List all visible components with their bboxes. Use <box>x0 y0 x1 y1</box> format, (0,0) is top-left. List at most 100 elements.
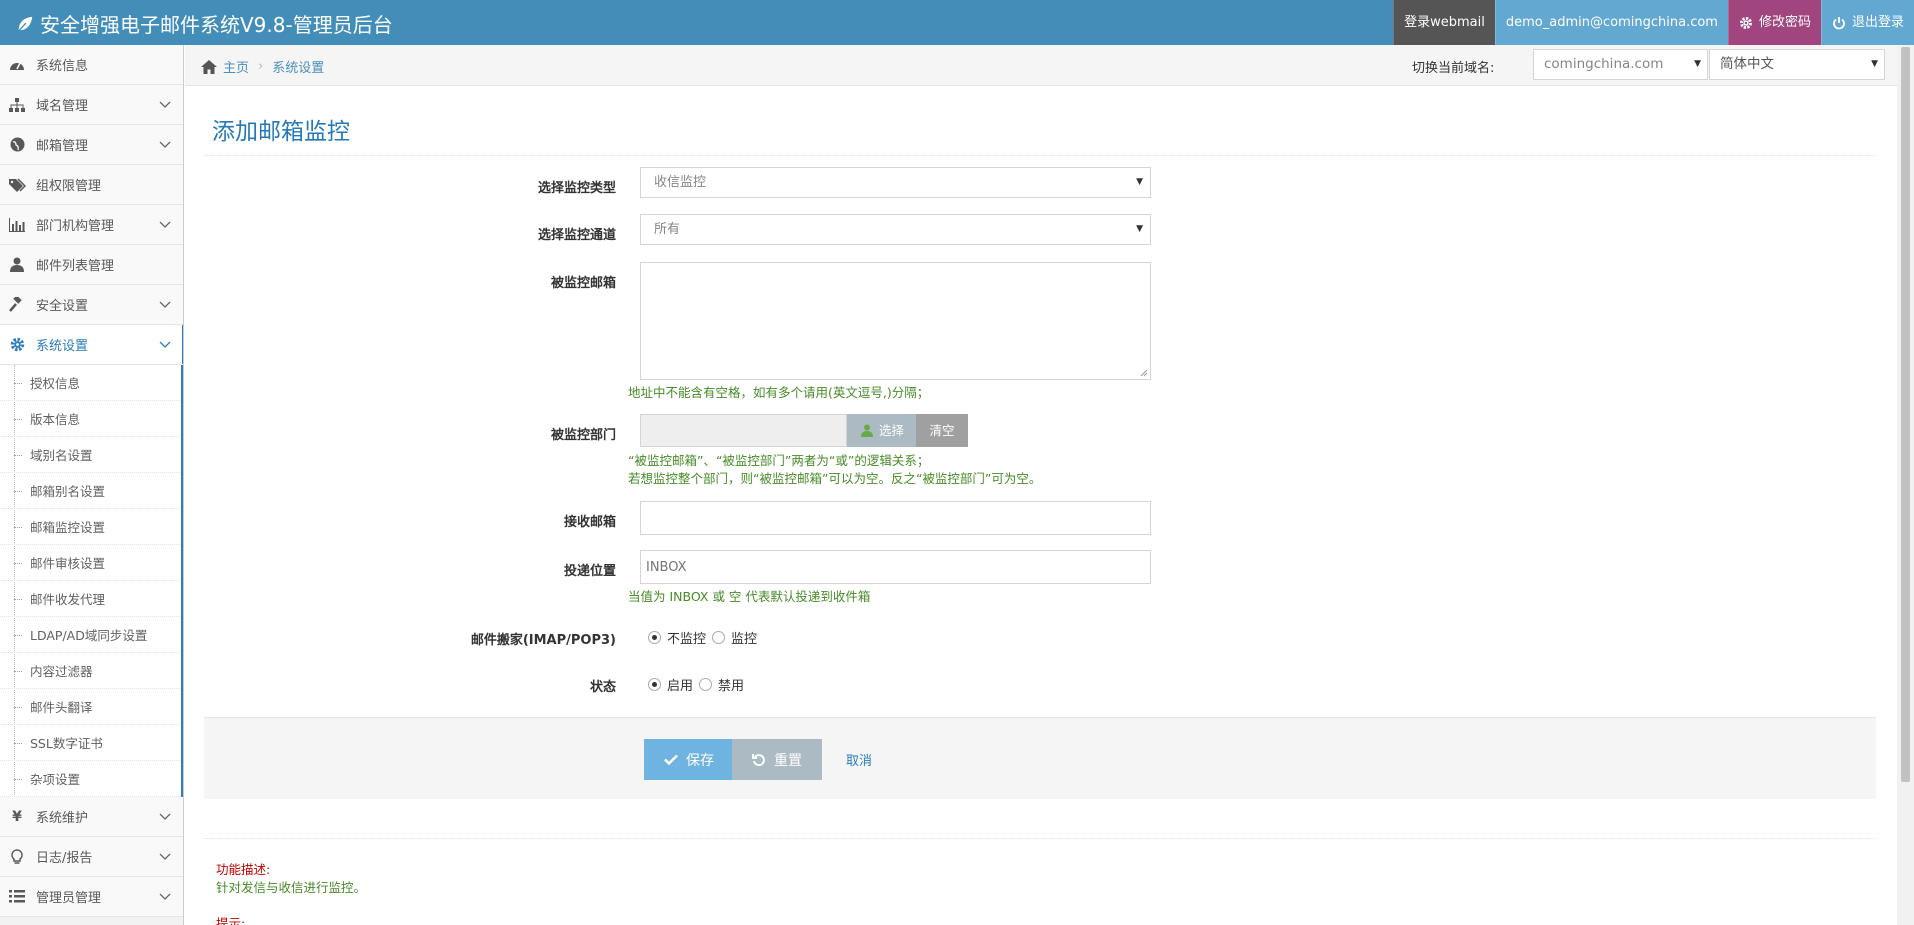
breadcrumb-bar: 主页 › 系统设置 切换当前域名: comingchina.com ▼ 简体中文… <box>185 45 1897 86</box>
app-title: 安全增强电子邮件系统V9.8-管理员后台 <box>40 13 393 37</box>
home-icon <box>201 59 217 74</box>
caret-down-icon: ▼ <box>1871 59 1878 69</box>
status-radio-enable[interactable] <box>648 678 661 691</box>
bar-chart-icon <box>8 217 26 233</box>
sub-item-mail-proxy[interactable]: 邮件收发代理 <box>0 581 181 617</box>
reset-label: 重置 <box>774 752 802 769</box>
yen-icon: ¥ <box>12 808 22 825</box>
sub-item-content-filter[interactable]: 内容过滤器 <box>0 653 181 689</box>
fetch-option-2: 监控 <box>731 632 758 647</box>
sub-item-license[interactable]: 授权信息 <box>0 365 181 401</box>
reset-button[interactable]: 重置 <box>732 739 822 780</box>
sub-item-domain-alias[interactable]: 域别名设置 <box>0 437 181 473</box>
sub-item-mailbox-alias[interactable]: 邮箱别名设置 <box>0 473 181 509</box>
receive-mailbox-input[interactable] <box>640 501 1151 535</box>
resize-handle-icon[interactable] <box>1140 369 1148 377</box>
caret-down-icon: ▼ <box>1136 224 1143 234</box>
language-select[interactable]: 简体中文 ▼ <box>1709 49 1885 80</box>
sub-item-label: 域别名设置 <box>30 448 93 463</box>
domain-select[interactable]: comingchina.com ▼ <box>1533 49 1708 80</box>
dept-clear-button[interactable]: 清空 <box>916 414 968 447</box>
sidebar-item-mail-list[interactable]: 邮件列表管理 <box>0 245 183 285</box>
sidebar-item-label: 邮箱管理 <box>36 139 89 154</box>
sub-item-ldap-sync[interactable]: LDAP/AD域同步设置 <box>0 617 181 653</box>
sub-item-label: 杂项设置 <box>30 772 81 787</box>
sub-item-label: 邮箱别名设置 <box>30 484 106 499</box>
sub-item-label: 邮箱监控设置 <box>30 520 106 535</box>
sidebar-item-label: 系统信息 <box>36 59 89 74</box>
change-password-button[interactable]: 修改密码 <box>1727 0 1821 45</box>
monitored-dept-label: 被监控部门 <box>550 428 616 443</box>
webmail-button[interactable]: 登录webmail <box>1393 0 1495 45</box>
save-button[interactable]: 保存 <box>644 739 734 780</box>
page-scrollbar[interactable] <box>1897 45 1914 925</box>
chevron-down-icon <box>159 301 171 308</box>
sidebar-item-domain[interactable]: 域名管理 <box>0 85 183 125</box>
sub-item-label: 邮件审核设置 <box>30 556 106 571</box>
receive-mailbox-label: 接收邮箱 <box>563 515 616 530</box>
sidebar-item-label: 系统维护 <box>36 811 89 826</box>
user-email: demo_admin@comingchina.com <box>1505 15 1718 30</box>
description-text: 针对发信与收信进行监控。 <box>216 880 367 895</box>
monitored-mailbox-label: 被监控邮箱 <box>550 276 616 291</box>
fetch-option-1: 不监控 <box>667 632 707 647</box>
cancel-button[interactable]: 取消 <box>830 739 888 780</box>
user-icon <box>8 257 26 273</box>
chevron-down-icon <box>159 893 171 900</box>
sidebar-item-system-info[interactable]: 系统信息 <box>0 45 183 85</box>
sub-item-header-translate[interactable]: 邮件头翻译 <box>0 689 181 725</box>
check-icon <box>664 754 678 765</box>
caret-down-icon: ▼ <box>1136 177 1143 187</box>
sub-item-misc[interactable]: 杂项设置 <box>0 761 181 797</box>
monitored-mailbox-hint: 地址中不能含有空格，如有多个请用(英文逗号,)分隔； <box>628 385 930 400</box>
group-users-icon <box>860 424 873 437</box>
scrollbar-thumb[interactable] <box>1901 47 1910 782</box>
delivery-input[interactable] <box>640 550 1151 584</box>
sub-item-ssl-cert[interactable]: SSL数字证书 <box>0 725 181 761</box>
breadcrumb-home[interactable]: 主页 <box>223 57 249 76</box>
dept-select-button[interactable]: 选择 <box>847 414 916 447</box>
monitor-channel-label: 选择监控通道 <box>537 228 616 243</box>
fetch-radio-no-monitor[interactable] <box>648 631 661 644</box>
system-settings-submenu: 授权信息 版本信息 域别名设置 邮箱别名设置 邮箱监控设置 邮件审核设置 邮件收… <box>0 365 183 797</box>
save-label: 保存 <box>686 752 714 769</box>
monitored-dept-input[interactable] <box>640 414 847 447</box>
user-account[interactable]: demo_admin@comingchina.com <box>1494 0 1728 45</box>
sub-item-label: 版本信息 <box>30 412 81 427</box>
chevron-down-icon <box>159 141 171 148</box>
cancel-label: 取消 <box>846 754 873 769</box>
sub-item-label: 邮件收发代理 <box>30 592 106 607</box>
breadcrumb-separator: › <box>258 59 264 74</box>
sidebar-item-department[interactable]: 部门机构管理 <box>0 205 183 245</box>
sub-item-version[interactable]: 版本信息 <box>0 401 181 437</box>
monitor-type-select[interactable]: 收信监控 ▼ <box>640 167 1151 198</box>
sidebar-item-security[interactable]: 安全设置 <box>0 285 183 325</box>
logout-button[interactable]: 退出登录 <box>1820 0 1914 45</box>
breadcrumb-current[interactable]: 系统设置 <box>272 57 324 76</box>
app-brand[interactable]: 安全增强电子邮件系统V9.8-管理员后台 <box>16 9 393 38</box>
tip-title: 提示: <box>216 916 246 925</box>
sidebar-item-maintenance[interactable]: ¥ 系统维护 <box>0 797 183 837</box>
monitor-type-label: 选择监控类型 <box>537 181 616 196</box>
gavel-icon <box>8 297 26 313</box>
fetch-radio-monitor[interactable] <box>712 631 726 644</box>
sidebar-item-admin[interactable]: 管理员管理 <box>0 877 183 917</box>
monitored-mailbox-textarea[interactable] <box>640 262 1151 380</box>
form-actions: 保存 重置 取消 <box>204 717 1876 799</box>
dashboard-icon <box>8 57 26 73</box>
chevron-down-icon <box>159 101 171 108</box>
sidebar-item-group-permission[interactable]: 组权限管理 <box>0 165 183 205</box>
top-right-menu: 登录webmail demo_admin@comingchina.com 修改密… <box>1393 0 1914 45</box>
status-radio-disable[interactable] <box>699 678 713 691</box>
sidebar-item-logs[interactable]: 日志/报告 <box>0 837 183 877</box>
sub-item-mailbox-monitor[interactable]: 邮箱监控设置 <box>0 509 181 545</box>
sitemap-icon <box>8 97 26 113</box>
monitor-channel-select[interactable]: 所有 ▼ <box>640 214 1151 245</box>
list-icon <box>8 889 26 905</box>
chevron-down-icon <box>159 221 171 228</box>
sub-item-label: 邮件头翻译 <box>30 700 93 715</box>
sub-item-mail-audit[interactable]: 邮件审核设置 <box>0 545 181 581</box>
sidebar-item-label: 域名管理 <box>36 99 89 114</box>
sidebar-item-system-settings[interactable]: 系统设置 <box>0 325 183 365</box>
sidebar-item-mailbox[interactable]: 邮箱管理 <box>0 125 183 165</box>
